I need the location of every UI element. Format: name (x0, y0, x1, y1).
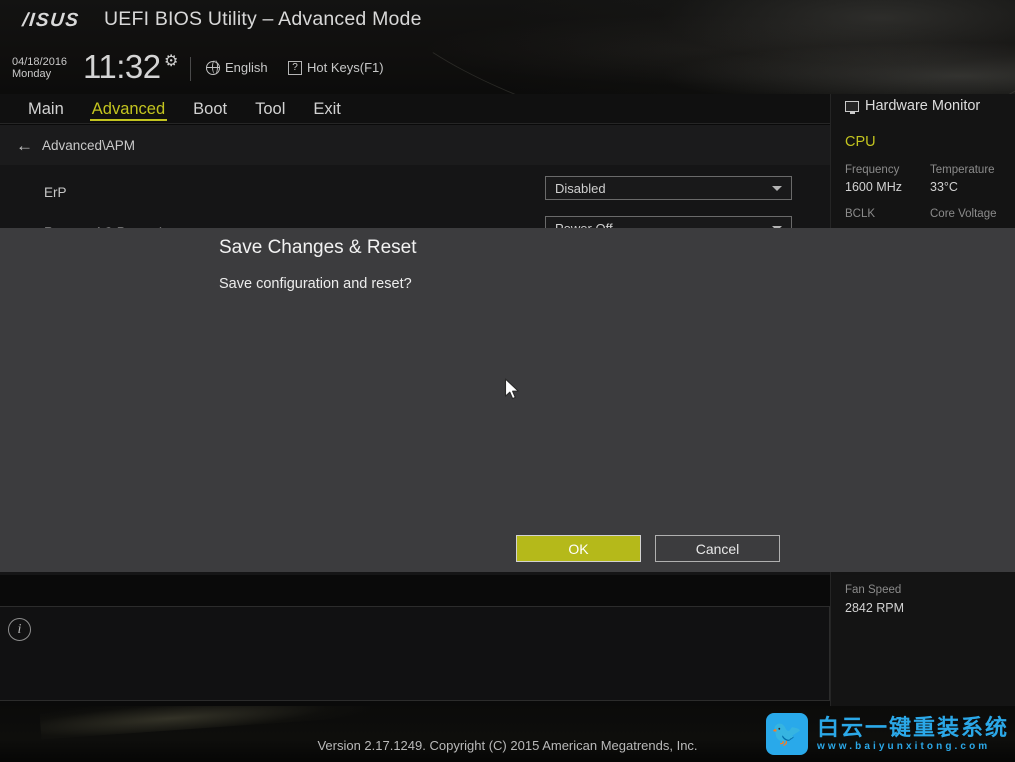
asus-logo: /ISUS (21, 9, 81, 31)
watermark-logo: 🐦 白云一键重装系统 www.baiyunxitong.com (765, 713, 1009, 755)
gear-icon[interactable]: ⚙ (164, 54, 178, 70)
hw-key-temperature: Temperature (930, 164, 995, 176)
language-selector[interactable]: English (205, 60, 268, 75)
hw-cell-bclk: BCLK (845, 208, 930, 224)
hardware-monitor-title: Hardware Monitor (845, 98, 980, 114)
bios-screen: /ISUS UEFI BIOS Utility – Advanced Mode … (0, 0, 1015, 762)
hw-cell-frequency: Frequency 1600 MHz (845, 164, 930, 194)
hw-cell-temperature: Temperature 33°C (930, 164, 1015, 194)
hw-cell-fan-speed: Fan Speed 2842 RPM (845, 584, 904, 615)
hw-value-frequency: 1600 MHz (845, 180, 902, 194)
date-text: 04/18/2016 (12, 56, 68, 68)
tab-main[interactable]: Main (14, 94, 78, 124)
hw-key-bclk: BCLK (845, 208, 876, 220)
hw-key-core-voltage: Core Voltage (930, 208, 997, 220)
header-swoosh-2 (351, 0, 1015, 94)
hw-section-cpu: CPU (845, 134, 876, 150)
chevron-down-icon (772, 186, 782, 191)
dialog-title: Save Changes & Reset (219, 237, 417, 258)
hotkeys-button[interactable]: ? Hot Keys(F1) (288, 60, 384, 75)
header-swoosh-4 (368, 0, 1015, 94)
help-panel: i (0, 606, 830, 701)
language-label: English (225, 60, 268, 75)
globe-icon (205, 60, 220, 75)
tab-advanced[interactable]: Advanced (78, 94, 179, 124)
hw-row-frequency-temperature: Frequency 1600 MHz Temperature 33°C (845, 164, 1015, 194)
hotkeys-label: Hot Keys(F1) (307, 60, 384, 75)
footer-glow (39, 706, 371, 740)
back-arrow-icon[interactable]: ← (16, 137, 33, 154)
header-divider (190, 57, 191, 81)
breadcrumb: ← Advanced\APM (0, 125, 830, 165)
page-title: UEFI BIOS Utility – Advanced Mode (104, 8, 422, 30)
hw-value-temperature: 33°C (930, 180, 958, 194)
tab-boot[interactable]: Boot (179, 94, 241, 124)
watermark-brand: 白云一键重装系统 (816, 714, 1009, 740)
hardware-monitor-label: Hardware Monitor (865, 98, 981, 114)
header-swoosh-1 (411, 0, 1015, 94)
setting-dropdown-erp[interactable]: Disabled (545, 176, 792, 200)
twitter-bird-icon: 🐦 (765, 713, 808, 755)
hw-key-frequency: Frequency (845, 164, 900, 176)
tab-exit[interactable]: Exit (299, 94, 355, 124)
monitor-icon (845, 100, 859, 114)
info-icon[interactable]: i (8, 618, 31, 641)
dialog-button-row: OK Cancel (516, 535, 780, 562)
setting-value-erp: Disabled (555, 180, 606, 196)
ok-button[interactable]: OK (516, 535, 641, 562)
watermark-url: www.baiyunxitong.com (816, 741, 991, 753)
hw-cell-core-voltage: Core Voltage (930, 208, 1015, 224)
clock-display: 11:32 (83, 48, 161, 85)
day-text: Monday (12, 68, 52, 81)
header-swoosh-3 (334, 0, 1015, 94)
hw-value-fan-speed: 2842 RPM (845, 601, 905, 615)
dialog-message: Save configuration and reset? (219, 276, 412, 292)
setting-label-erp: ErP (44, 184, 67, 200)
hw-key-fan-speed: Fan Speed (845, 584, 902, 596)
header-bar: /ISUS UEFI BIOS Utility – Advanced Mode … (0, 0, 1015, 94)
save-changes-dialog: Save Changes & Reset Save configuration … (0, 228, 1015, 572)
cancel-button[interactable]: Cancel (655, 535, 780, 562)
tab-tool[interactable]: Tool (241, 94, 299, 124)
question-mark-icon: ? (288, 60, 302, 75)
breadcrumb-path: Advanced\APM (42, 137, 136, 153)
setting-row-erp: ErP Disabled (0, 172, 830, 212)
hw-row-bclk-core-voltage: BCLK Core Voltage (845, 208, 1015, 224)
date-display: 04/18/2016 Monday (12, 56, 67, 81)
watermark-text: 白云一键重装系统 www.baiyunxitong.com (817, 716, 1009, 752)
